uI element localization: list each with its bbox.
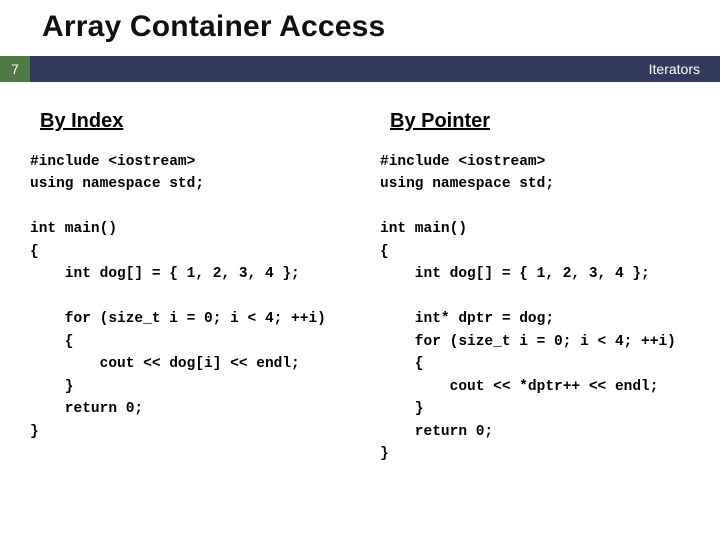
- left-code-block: #include <iostream> using namespace std;…: [30, 151, 370, 443]
- right-code-block: #include <iostream> using namespace std;…: [380, 151, 720, 466]
- slide-title: Array Container Access: [42, 10, 385, 44]
- left-heading: By Index: [40, 110, 370, 133]
- right-column: By Pointer #include <iostream> using nam…: [380, 100, 720, 466]
- section-label: Iterators: [649, 56, 700, 82]
- slide: Array Container Access 7 Iterators By In…: [0, 0, 720, 540]
- slide-number: 7: [0, 56, 30, 82]
- right-heading: By Pointer: [390, 110, 720, 133]
- left-column: By Index #include <iostream> using names…: [30, 100, 370, 443]
- header-bar: 7 Iterators: [0, 56, 720, 82]
